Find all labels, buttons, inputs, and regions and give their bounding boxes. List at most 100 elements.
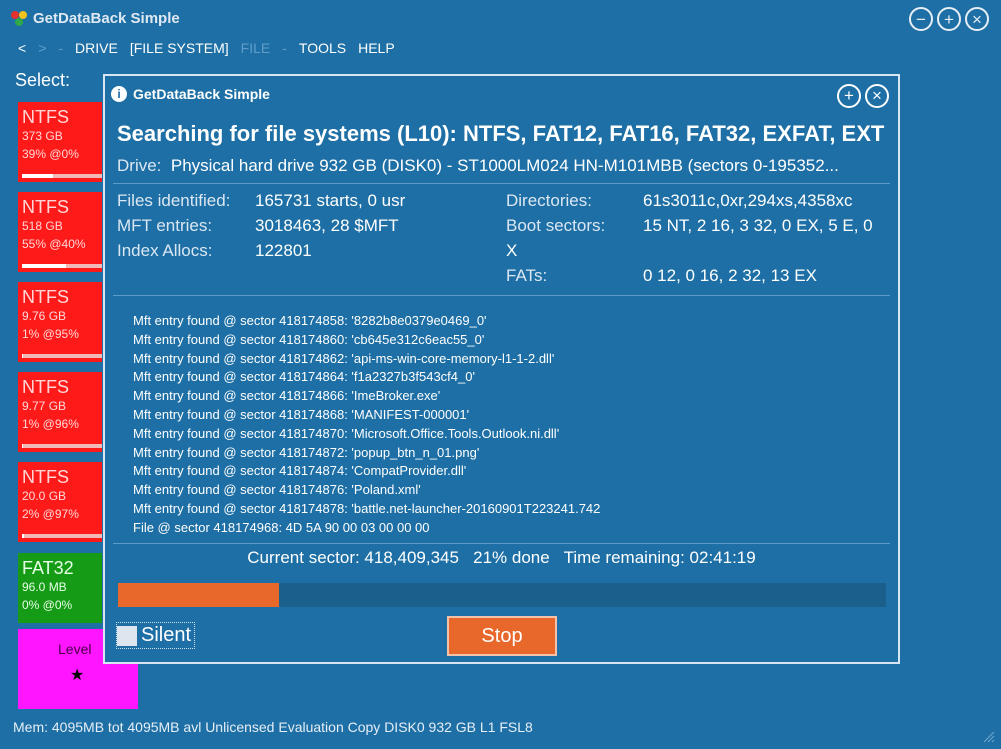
- dialog-controls: + ×: [837, 84, 889, 108]
- maximize-icon[interactable]: +: [937, 7, 961, 31]
- log-line: Mft entry found @ sector 418174876: 'Pol…: [133, 482, 421, 498]
- divider: [113, 543, 890, 544]
- tile-percent: 2% @97%: [22, 507, 79, 521]
- stat-label: Directories:: [506, 191, 592, 210]
- tile-progress-fill: [22, 174, 54, 178]
- menu-file-system[interactable]: [FILE SYSTEM]: [130, 40, 229, 56]
- stat-value: 15 NT, 2 16, 3 32, 0 EX, 5 E, 0: [643, 216, 873, 235]
- progress-bar: [118, 583, 886, 607]
- log-line: Mft entry found @ sector 418174866: 'Ime…: [133, 388, 441, 404]
- stat-label: Files identified:: [117, 191, 231, 210]
- window-title: GetDataBack Simple: [33, 10, 180, 27]
- dialog-title: GetDataBack Simple: [133, 86, 270, 102]
- menu-help[interactable]: HELP: [358, 40, 395, 56]
- app-logo-icon: [11, 11, 27, 26]
- progress-status: Current sector: 418,409,345 21% done Tim…: [247, 548, 756, 567]
- select-label: Select:: [15, 70, 71, 90]
- stat-label: Boot sectors:: [506, 216, 606, 235]
- drive-line: Drive: Physical hard drive 932 GB (DISK0…: [117, 156, 887, 176]
- menu-bar: < > - DRIVE [FILE SYSTEM] FILE - TOOLS H…: [18, 40, 395, 56]
- log-line: Mft entry found @ sector 418174872: 'pop…: [133, 444, 480, 460]
- divider: [113, 183, 890, 184]
- tile-progress-fill: [22, 444, 23, 448]
- partition-tile[interactable]: NTFS 20.0 GB 2% @97%: [18, 462, 102, 542]
- tile-percent: 1% @95%: [22, 327, 79, 341]
- stat-value: 122801: [255, 241, 312, 260]
- silent-label: Silent: [141, 624, 192, 646]
- tile-size: 9.76 GB: [22, 309, 67, 323]
- silent-checkbox[interactable]: Silent: [115, 622, 196, 649]
- resize-grip-icon[interactable]: [983, 731, 995, 743]
- status-bar: Mem: 4095MB tot 4095MB avl Unlicensed Ev…: [13, 719, 533, 735]
- tile-progress-fill: [22, 264, 66, 268]
- drive-label: Drive:: [117, 156, 162, 175]
- tile-progress-bar: [22, 444, 102, 448]
- stop-button[interactable]: Stop: [447, 616, 557, 656]
- menu-separator: -: [282, 40, 287, 56]
- back-button[interactable]: <: [18, 40, 26, 56]
- partition-tile[interactable]: NTFS 518 GB 55% @40%: [18, 192, 102, 272]
- stats-left: Files identified: 165731 starts, 0 usr M…: [117, 188, 497, 268]
- log-line: Mft entry found @ sector 418174870: 'Mic…: [133, 425, 560, 441]
- window-controls: − + ×: [909, 7, 989, 31]
- tile-fs-name: NTFS: [22, 467, 69, 487]
- progress-fill: [118, 583, 280, 607]
- tile-size: 20.0 GB: [22, 489, 67, 503]
- tile-progress-bar: [22, 534, 102, 538]
- tile-size: 9.77 GB: [22, 399, 67, 413]
- info-icon: i: [111, 86, 127, 102]
- tile-fs-name: NTFS: [22, 197, 69, 217]
- tile-percent: 1% @96%: [22, 417, 79, 431]
- stat-value: 0 12, 0 16, 2 32, 13 EX: [643, 266, 817, 285]
- menu-drive[interactable]: DRIVE: [75, 40, 118, 56]
- stat-value-wrap: X: [506, 241, 518, 260]
- log-line: Mft entry found @ sector 418174874: 'Com…: [133, 463, 467, 479]
- forward-button[interactable]: >: [38, 40, 46, 56]
- tile-percent: 55% @40%: [22, 237, 86, 251]
- activity-log: Mft entry found @ sector 418174858: '828…: [133, 312, 600, 538]
- menu-file[interactable]: FILE: [241, 40, 271, 56]
- expand-icon[interactable]: +: [837, 84, 861, 108]
- search-heading: Searching for file systems (L10): NTFS, …: [117, 121, 885, 146]
- tile-percent: 0% @0%: [22, 598, 73, 612]
- tile-fs-name: NTFS: [22, 287, 69, 307]
- minimize-icon[interactable]: −: [909, 7, 933, 31]
- partition-tile[interactable]: NTFS 373 GB 39% @0%: [18, 102, 102, 182]
- close-icon[interactable]: ×: [865, 84, 889, 108]
- tile-progress-bar: [22, 174, 102, 178]
- tile-progress-fill: [22, 354, 23, 358]
- tile-fs-name: NTFS: [22, 377, 69, 397]
- level-label: Level: [58, 641, 92, 657]
- partition-tile[interactable]: NTFS 9.77 GB 1% @96%: [18, 372, 102, 452]
- partition-tile[interactable]: FAT32 96.0 MB 0% @0%: [18, 553, 102, 623]
- stat-value: 165731 starts, 0 usr: [255, 191, 406, 210]
- log-line: Mft entry found @ sector 418174878: 'bat…: [133, 500, 601, 516]
- log-line: Mft entry found @ sector 418174862: 'api…: [133, 350, 555, 366]
- star-icon: ★: [70, 667, 85, 684]
- tile-progress-fill: [22, 534, 24, 538]
- checkbox-box[interactable]: [117, 625, 137, 646]
- title-bar: GetDataBack Simple − + ×: [0, 0, 1001, 38]
- tile-size: 518 GB: [22, 219, 63, 233]
- tile-fs-name: NTFS: [22, 107, 69, 127]
- tile-fs-name: FAT32: [22, 558, 74, 578]
- stat-value: 3018463, 28 $MFT: [255, 216, 399, 235]
- log-line: Mft entry found @ sector 418174868: 'MAN…: [133, 406, 470, 422]
- drive-value: Physical hard drive 932 GB (DISK0) - ST1…: [170, 156, 839, 175]
- partition-tile[interactable]: NTFS 9.76 GB 1% @95%: [18, 282, 102, 362]
- stats-right: Directories: 61s3011c,0xr,294xs,4358xc B…: [506, 188, 886, 293]
- tile-progress-bar: [22, 264, 102, 268]
- log-line: File @ sector 418174968: 4D 5A 90 00 03 …: [133, 519, 430, 535]
- dialog-header: i GetDataBack Simple: [111, 86, 270, 102]
- tile-size: 373 GB: [22, 129, 63, 143]
- menu-tools[interactable]: TOOLS: [299, 40, 346, 56]
- search-dialog: i GetDataBack Simple + × Searching for f…: [103, 74, 900, 664]
- menu-separator: -: [58, 40, 64, 56]
- stat-value: 61s3011c,0xr,294xs,4358xc: [643, 191, 853, 210]
- stat-label: Index Allocs:: [117, 241, 213, 260]
- close-icon[interactable]: ×: [965, 7, 989, 31]
- divider: [113, 295, 890, 296]
- log-line: Mft entry found @ sector 418174864: 'f1a…: [133, 369, 475, 385]
- log-line: Mft entry found @ sector 418174860: 'cb6…: [133, 331, 485, 347]
- stat-label: FATs:: [506, 266, 548, 285]
